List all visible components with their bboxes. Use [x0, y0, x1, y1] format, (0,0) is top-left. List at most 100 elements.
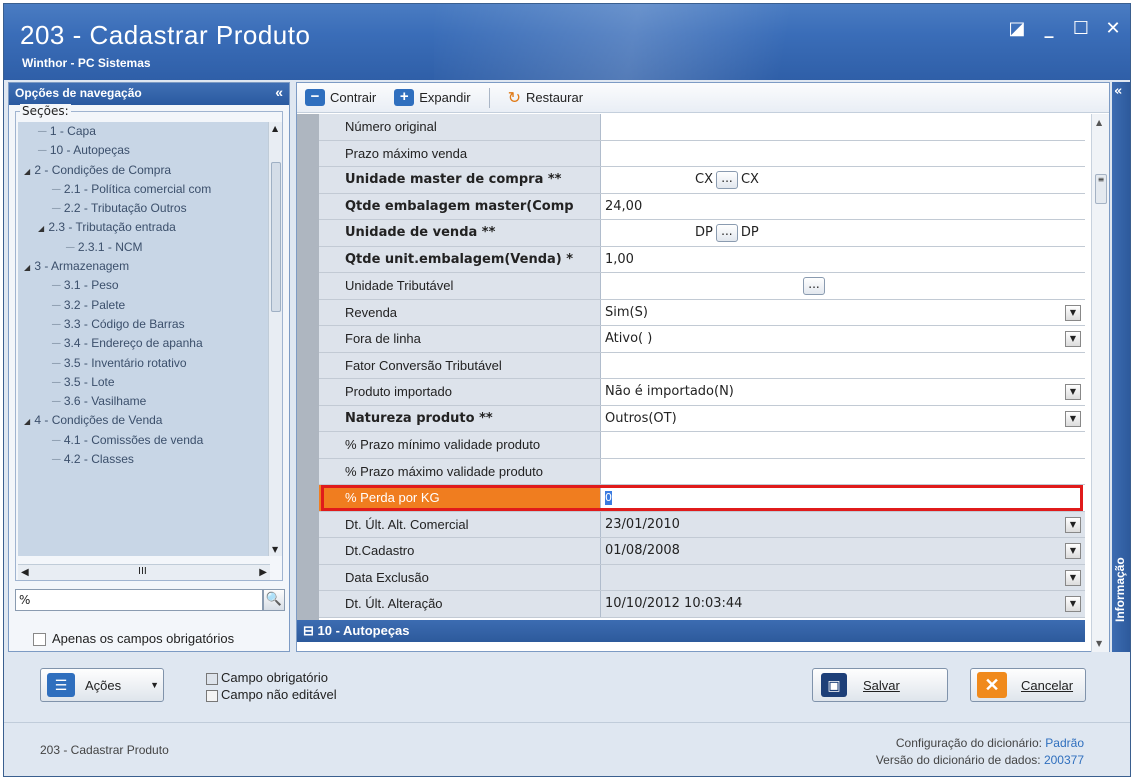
field-value[interactable]: 24,00: [601, 193, 1085, 219]
collapse-group-icon[interactable]: ⊟: [303, 623, 318, 638]
field-value[interactable]: Não é importado(N) ▼: [601, 379, 1085, 405]
tree-item[interactable]: ─ 4.1 - Comissões de venda: [18, 431, 270, 450]
field-value[interactable]: Sim(S) ▼: [601, 299, 1085, 325]
field-value[interactable]: [601, 458, 1085, 484]
grid-row[interactable]: Data Exclusão ▼: [319, 564, 1085, 591]
expandir-button[interactable]: + Expandir: [394, 89, 471, 106]
tree-item[interactable]: ─ 3.6 - Vasilhame: [18, 392, 270, 411]
grid-row[interactable]: Revenda Sim(S) ▼: [319, 299, 1085, 326]
grid-row[interactable]: Produto importado Não é importado(N) ▼: [319, 379, 1085, 406]
cancelar-button[interactable]: ✕ Cancelar: [970, 668, 1086, 702]
grid-row[interactable]: Unidade master de compra ** CX... CX: [319, 167, 1085, 194]
tree-item[interactable]: ◢ 4 - Condições de Venda: [18, 411, 270, 430]
tree-item[interactable]: ◢ 2.3 - Tributação entrada: [18, 218, 270, 237]
scroll-left-icon[interactable]: ◀: [21, 567, 29, 578]
field-value[interactable]: [601, 352, 1085, 378]
dropdown-arrow-icon[interactable]: ▼: [1065, 516, 1081, 533]
dropdown-arrow-icon[interactable]: ▼: [150, 680, 159, 690]
field-value[interactable]: 10/10/2012 10:03:44 ▼: [601, 591, 1085, 617]
search-icon[interactable]: 🔍: [263, 589, 285, 611]
tree-item[interactable]: ─ 3.5 - Inventário rotativo: [18, 354, 270, 373]
grid-row[interactable]: Dt. Últ. Alteração 10/10/2012 10:03:44 ▼: [319, 591, 1085, 618]
field-value[interactable]: 23/01/2010 ▼: [601, 511, 1085, 537]
grid-scroll-up-icon[interactable]: ▲: [1096, 118, 1102, 127]
field-value[interactable]: 1,00: [601, 246, 1085, 272]
grid-row[interactable]: Prazo máximo venda: [319, 140, 1085, 167]
expanded-node-icon[interactable]: ◢: [24, 263, 32, 272]
dropdown-arrow-icon[interactable]: ▼: [1065, 410, 1081, 427]
group-header-autopecas[interactable]: ⊟ 10 - Autopeças: [297, 619, 1085, 642]
field-value[interactable]: [601, 114, 1085, 140]
field-value[interactable]: [601, 140, 1085, 166]
scroll-down-icon[interactable]: ▼: [272, 545, 278, 554]
tree-item[interactable]: ─ 3.3 - Código de Barras: [18, 315, 270, 334]
tree-item[interactable]: ─ 3.1 - Peso: [18, 276, 270, 295]
salvar-button[interactable]: ▣ Salvar: [812, 668, 948, 702]
grid-row[interactable]: Unidade de venda ** DP... DP: [319, 220, 1085, 247]
grid-row[interactable]: Número original: [319, 114, 1085, 141]
dropdown-arrow-icon[interactable]: ▼: [1065, 304, 1081, 321]
tree-item[interactable]: ─ 2.1 - Política comercial com: [18, 180, 270, 199]
field-value[interactable]: DP... DP: [601, 220, 1085, 246]
tree-item[interactable]: ◢ 2 - Condições de Compra: [18, 161, 270, 180]
collapse-nav-icon[interactable]: «: [275, 84, 283, 100]
dropdown-arrow-icon[interactable]: ▼: [1065, 384, 1081, 400]
field-value[interactable]: ▼: [601, 564, 1085, 590]
minimize-icon[interactable]: _: [1040, 18, 1058, 39]
maximize-icon[interactable]: ☐: [1072, 18, 1090, 39]
tree-item[interactable]: ─ 3.5 - Lote: [18, 373, 270, 392]
tree-item[interactable]: ─ 4.2 - Classes: [18, 450, 270, 469]
section-search-input[interactable]: %: [15, 589, 263, 611]
grid-scroll-down-icon[interactable]: ▼: [1096, 639, 1102, 648]
tree-item[interactable]: ─ 3.2 - Palete: [18, 296, 270, 315]
tree-scroll-thumb[interactable]: [271, 162, 281, 312]
restaurar-button[interactable]: ↻ Restaurar: [508, 88, 583, 108]
field-value[interactable]: Ativo( ) ▼: [601, 326, 1085, 352]
grid-row[interactable]: Unidade Tributável...: [319, 273, 1085, 300]
grid-row[interactable]: Natureza produto ** Outros(OT) ▼: [319, 405, 1085, 432]
lookup-ellipsis-button[interactable]: ...: [803, 276, 825, 295]
grid-row[interactable]: Fora de linha Ativo( ) ▼: [319, 326, 1085, 353]
field-value[interactable]: CX... CX: [601, 167, 1085, 193]
tree-item[interactable]: ◢ 3 - Armazenagem: [18, 257, 270, 276]
expanded-node-icon[interactable]: ◢: [38, 224, 46, 233]
tree-item[interactable]: ─ 10 - Autopeças: [18, 141, 270, 160]
dropdown-arrow-icon[interactable]: ▼: [1065, 543, 1081, 559]
grid-row[interactable]: Fator Conversão Tributável: [319, 352, 1085, 379]
grid-row[interactable]: Qtde unit.embalagem(Venda) * 1,00: [319, 246, 1085, 273]
close-icon[interactable]: ✕: [1104, 18, 1122, 39]
expanded-node-icon[interactable]: ◢: [24, 167, 32, 176]
tree-hscrollbar[interactable]: ◀ III ▶: [18, 564, 270, 580]
tree-item[interactable]: ─ 1 - Capa: [18, 122, 270, 141]
grid-row[interactable]: Dt.Cadastro 01/08/2008 ▼: [319, 538, 1085, 565]
tree-item[interactable]: ─ 2.2 - Tributação Outros: [18, 199, 270, 218]
grid-row[interactable]: Dt. Últ. Alt. Comercial 23/01/2010 ▼: [319, 511, 1085, 538]
grid-row[interactable]: % Prazo mínimo validade produto: [319, 432, 1085, 459]
only-required-checkbox[interactable]: Apenas os campos obrigatórios: [33, 631, 234, 647]
dropdown-arrow-icon[interactable]: ▼: [1065, 331, 1081, 347]
tree-vscrollbar[interactable]: ▲ ▼: [268, 122, 282, 556]
contrair-button[interactable]: − Contrair: [305, 89, 376, 106]
scroll-right-icon[interactable]: ▶: [259, 567, 267, 578]
grid-vscrollbar[interactable]: ▲ ≡ ▼: [1091, 114, 1109, 652]
restore-icon[interactable]: ◪: [1008, 18, 1026, 39]
grid-row[interactable]: Qtde embalagem master(Comp 24,00: [319, 193, 1085, 220]
lookup-ellipsis-button[interactable]: ...: [715, 170, 738, 189]
field-value[interactable]: Outros(OT) ▼: [601, 405, 1085, 431]
checkbox-box[interactable]: [33, 633, 46, 647]
expand-info-icon[interactable]: «: [1114, 84, 1122, 99]
dropdown-arrow-icon[interactable]: ▼: [1065, 596, 1081, 612]
grid-scroll-thumb[interactable]: ≡: [1095, 174, 1107, 204]
dropdown-arrow-icon[interactable]: ▼: [1065, 569, 1081, 586]
scroll-up-icon[interactable]: ▲: [272, 124, 278, 133]
tree-item[interactable]: ─ 2.3.1 - NCM: [18, 238, 270, 257]
grid-row[interactable]: % Prazo máximo validade produto: [319, 458, 1085, 485]
hscroll-grip[interactable]: III: [138, 566, 147, 577]
lookup-ellipsis-button[interactable]: ...: [715, 223, 738, 242]
field-value[interactable]: 01/08/2008 ▼: [601, 538, 1085, 564]
expanded-node-icon[interactable]: ◢: [24, 417, 32, 426]
tree-item[interactable]: ─ 3.4 - Endereço de apanha: [18, 334, 270, 353]
info-side-panel[interactable]: « Informação: [1112, 82, 1130, 652]
field-value[interactable]: [601, 432, 1085, 458]
acoes-button[interactable]: ☰ Ações ▼: [40, 668, 164, 702]
